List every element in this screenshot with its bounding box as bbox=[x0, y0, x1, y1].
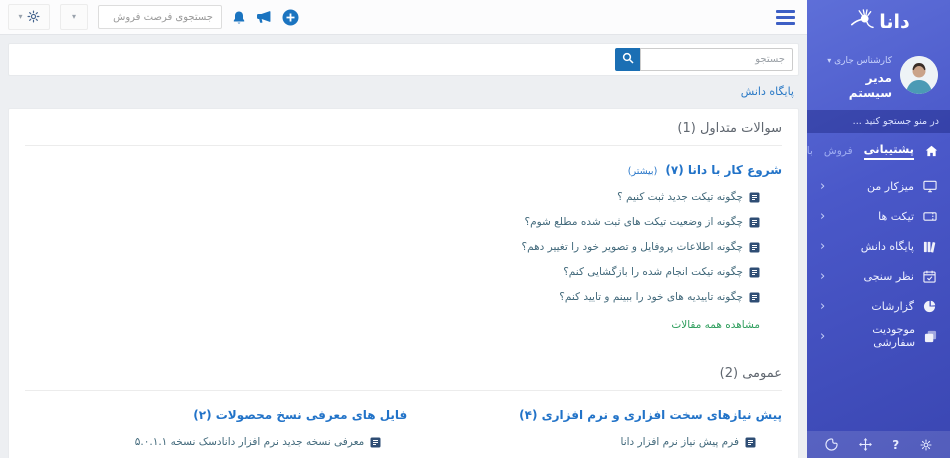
user-text: کارشناس جاری ▾ مدیر سیستم bbox=[819, 48, 892, 101]
caret-down-icon: ▾ bbox=[71, 12, 76, 21]
article-icon bbox=[749, 242, 760, 252]
category-getting-started: شروع کار با دانا (۷) (بیشتر) چگونه تیکت … bbox=[25, 159, 782, 332]
chevron-left-icon: ‹ bbox=[820, 298, 826, 314]
knowledge-search-button[interactable] bbox=[615, 48, 640, 71]
tab-marketing[interactable]: بازاریابی bbox=[807, 145, 813, 157]
quick-add-plus-icon[interactable] bbox=[282, 9, 299, 26]
settings-dropdown[interactable]: ▾ bbox=[8, 4, 50, 30]
article-link[interactable]: چگونه تیکت انجام شده را بازگشایی کنم؟ bbox=[25, 266, 760, 278]
article-icon bbox=[749, 292, 760, 302]
announcements-megaphone-icon[interactable] bbox=[256, 10, 272, 24]
topbar: ▾ ▾ bbox=[0, 0, 807, 35]
article-link[interactable]: چگونه تاییدیه های خود را ببینم و تایید ک… bbox=[25, 291, 760, 303]
books-icon bbox=[922, 240, 937, 253]
layers-icon bbox=[923, 330, 937, 343]
sidebar-nav: میزکار من ‹ تیکت ها ‹ پایگاه دانش ‹ نظر … bbox=[807, 166, 950, 351]
sidebar-item-reports[interactable]: گزارشات ‹ bbox=[807, 291, 950, 321]
app-logo[interactable]: دانا bbox=[807, 0, 950, 41]
faq-panel: سوالات متداول (1) شروع کار با دانا (۷) (… bbox=[8, 108, 799, 458]
sidebar-item-my-desk[interactable]: میزکار من ‹ bbox=[807, 171, 950, 201]
settings-icon[interactable] bbox=[920, 438, 932, 451]
sidebar-item-custom-entity[interactable]: موجودیت سفارشی ‹ bbox=[807, 321, 950, 351]
logo-text: دانا bbox=[879, 11, 910, 33]
article-icon bbox=[749, 192, 760, 202]
article-link[interactable]: چگونه از وضعیت تیکت های ثبت شده مطلع شوم… bbox=[25, 216, 760, 228]
menu-search-input[interactable]: در منو جستجو کنید ... bbox=[807, 110, 950, 133]
section-title-general: عمومی (2) bbox=[25, 366, 782, 391]
tab-support[interactable]: پشتیبانی bbox=[863, 142, 914, 160]
article-icon bbox=[749, 267, 760, 277]
article-link[interactable]: چگونه اطلاعات پروفایل و تصویر خود را تغی… bbox=[25, 241, 760, 253]
knowledge-search-group bbox=[615, 48, 793, 71]
main-content: پایگاه دانش سوالات متداول (1) شروع کار ب… bbox=[0, 36, 807, 458]
article-link[interactable]: چگونه تیکت جدید ثبت کنیم ؟ bbox=[25, 191, 760, 203]
category-more-link[interactable]: (بیشتر) bbox=[628, 166, 658, 177]
notifications-bell-icon[interactable] bbox=[232, 10, 246, 25]
survey-calendar-icon bbox=[922, 270, 937, 283]
category-prerequisites: پیش نیازهای سخت افزاری و نرم افزاری (۴) … bbox=[407, 404, 782, 458]
current-user[interactable]: کارشناس جاری ▾ مدیر سیستم bbox=[807, 41, 950, 110]
help-icon[interactable]: ? bbox=[892, 438, 899, 452]
sidebar-item-tickets[interactable]: تیکت ها ‹ bbox=[807, 201, 950, 231]
chevron-left-icon: ‹ bbox=[820, 328, 826, 344]
general-columns: پیش نیازهای سخت افزاری و نرم افزاری (۴) … bbox=[25, 404, 782, 458]
hoopoe-bird-logo-icon bbox=[847, 8, 875, 36]
article-icon bbox=[749, 217, 760, 227]
gear-icon bbox=[27, 8, 40, 27]
ticket-icon bbox=[922, 211, 937, 222]
theme-palette-icon[interactable] bbox=[825, 438, 838, 451]
sidebar-footer: ? bbox=[807, 431, 950, 458]
category-title[interactable]: فایل های معرفی نسخ محصولات (۲) bbox=[193, 408, 407, 422]
tab-sales[interactable]: فروش bbox=[824, 145, 853, 157]
opportunity-search-input[interactable] bbox=[98, 5, 222, 29]
category-title[interactable]: شروع کار با دانا (۷) bbox=[665, 163, 782, 177]
sidebar-item-survey[interactable]: نظر سنجی ‹ bbox=[807, 261, 950, 291]
article-list: فرم پیش نیاز نرم افزار دانا فرم پیش نیاز… bbox=[407, 436, 756, 458]
view-all-articles-link[interactable]: مشاهده همه مقالات bbox=[671, 319, 760, 331]
move-icon[interactable] bbox=[858, 438, 872, 451]
article-list: معرفی نسخه جدید نرم افزار دانادسک نسخه ۵… bbox=[25, 436, 381, 458]
user-role-label: کارشناس جاری ▾ bbox=[827, 56, 892, 66]
article-link[interactable]: معرفی نسخه جدید نرم افزار دانادسک نسخه ۵… bbox=[25, 436, 381, 448]
category-product-files: فایل های معرفی نسخ محصولات (۲) معرفی نسخ… bbox=[25, 404, 408, 458]
article-list: چگونه تیکت جدید ثبت کنیم ؟ چگونه از وضعی… bbox=[25, 191, 760, 303]
knowledge-search-panel bbox=[8, 43, 799, 76]
section-title-faq: سوالات متداول (1) bbox=[25, 121, 782, 146]
chevron-left-icon: ‹ bbox=[820, 238, 826, 254]
chevron-left-icon: ‹ bbox=[820, 268, 826, 284]
pie-chart-icon bbox=[922, 300, 937, 313]
menu-hamburger-icon[interactable] bbox=[776, 9, 795, 25]
article-icon bbox=[370, 437, 381, 447]
caret-down-icon: ▾ bbox=[827, 56, 832, 65]
avatar bbox=[900, 55, 938, 94]
breadcrumb[interactable]: پایگاه دانش bbox=[13, 85, 794, 98]
caret-down-icon: ▾ bbox=[18, 12, 23, 21]
category-title[interactable]: پیش نیازهای سخت افزاری و نرم افزاری (۴) bbox=[519, 408, 782, 422]
entity-dropdown[interactable]: ▾ bbox=[60, 4, 88, 30]
home-icon[interactable] bbox=[925, 145, 938, 157]
chevron-left-icon: ‹ bbox=[820, 208, 826, 224]
knowledge-search-input[interactable] bbox=[640, 48, 793, 71]
monitor-icon bbox=[922, 180, 937, 193]
search-icon bbox=[622, 52, 634, 67]
sidebar-item-knowledge-base[interactable]: پایگاه دانش ‹ bbox=[807, 231, 950, 261]
module-tabs: پشتیبانی فروش بازاریابی bbox=[807, 133, 950, 166]
user-name: مدیر سیستم bbox=[848, 71, 892, 100]
chevron-left-icon: ‹ bbox=[820, 178, 826, 194]
article-icon bbox=[745, 437, 756, 447]
section-general: عمومی (2) پیش نیازهای سخت افزاری و نرم ا… bbox=[25, 366, 782, 458]
app-root: ▾ ▾ جستجوی فرصت فروش جستجو پایگاه دانش س… bbox=[0, 0, 950, 458]
article-link[interactable]: فرم پیش نیاز نرم افزار دانا bbox=[407, 436, 756, 448]
sidebar: دانا کارشناس جاری ▾ مدیر سیستم در منو جس… bbox=[807, 0, 950, 458]
